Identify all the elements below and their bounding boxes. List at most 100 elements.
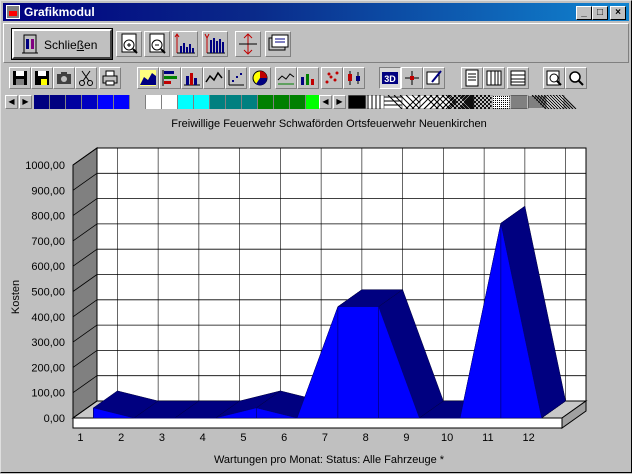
- x-tick-label: 12: [523, 432, 535, 444]
- save-icon: [13, 71, 27, 85]
- magnifier-button[interactable]: [565, 67, 587, 89]
- edit-tool-button[interactable]: [423, 67, 445, 89]
- pattern-right-arrow-icon[interactable]: ▶: [333, 95, 346, 109]
- rows-view-icon: [510, 70, 526, 86]
- document-icon: [465, 69, 479, 87]
- chart-title: Freiwillige Feuerwehr Schwaförden Ortsfe…: [171, 118, 486, 130]
- area-chart-button[interactable]: [137, 67, 159, 89]
- color-swatch[interactable]: [242, 95, 258, 109]
- color-swatch[interactable]: [50, 95, 66, 109]
- close-module-button[interactable]: Schließen: [11, 28, 113, 60]
- line-chart-button[interactable]: [203, 67, 225, 89]
- x-tick-label: 6: [281, 432, 287, 444]
- color-swatch[interactable]: [162, 95, 178, 109]
- x-tick-label: 3: [159, 432, 165, 444]
- y-tick-label: 300,00: [31, 337, 65, 349]
- camera-icon: [57, 72, 71, 84]
- color-swatch[interactable]: [226, 95, 242, 109]
- zoom-in-button[interactable]: [116, 31, 142, 57]
- zoom-search-button[interactable]: [543, 67, 565, 89]
- y-tick-label: 1000,00: [25, 160, 65, 172]
- pie-chart-icon: [252, 70, 268, 86]
- chart-panel: Freiwillige Feuerwehr Schwaförden Ortsfe…: [1, 111, 632, 474]
- document-button[interactable]: [461, 67, 483, 89]
- y-tick-label: 900,00: [31, 185, 65, 197]
- y-tick-label: 800,00: [31, 211, 65, 223]
- color-swatch[interactable]: [130, 95, 146, 109]
- pattern-swatch[interactable]: [365, 95, 385, 109]
- print-button[interactable]: [99, 67, 121, 89]
- export-button[interactable]: [265, 31, 291, 57]
- color-swatch[interactable]: [178, 95, 194, 109]
- line-area-icon: [277, 73, 295, 85]
- y-tick-label: 100,00: [31, 388, 65, 400]
- export-icon: [268, 34, 289, 51]
- y-tick-label: 200,00: [31, 362, 65, 374]
- pattern-left-arrow-icon[interactable]: ◀: [319, 95, 332, 109]
- x-tick-label: 4: [200, 432, 206, 444]
- cut-icon: [79, 70, 93, 86]
- app-icon[interactable]: [6, 5, 20, 19]
- column-chart-button[interactable]: [181, 67, 203, 89]
- bar-chart-labels-button[interactable]: [202, 31, 228, 57]
- horizontal-bar-button[interactable]: [159, 67, 181, 89]
- close-window-button[interactable]: ×: [610, 6, 626, 20]
- minimize-icon: _: [581, 7, 587, 18]
- chart-floor-front: [72, 417, 563, 429]
- color-swatch[interactable]: [66, 95, 82, 109]
- title-bar[interactable]: Grafikmodul _ □ ×: [3, 3, 629, 21]
- color-swatch[interactable]: [98, 95, 114, 109]
- x-tick-label: 5: [240, 432, 246, 444]
- scatter-chart-button[interactable]: [225, 67, 247, 89]
- palette-left-arrow-icon[interactable]: ◀: [5, 95, 18, 109]
- color-swatch[interactable]: [194, 95, 210, 109]
- color-swatch[interactable]: [210, 95, 226, 109]
- zoom-out-button[interactable]: [144, 31, 170, 57]
- 3d-icon: 3D: [382, 72, 398, 84]
- x-tick-label: 1: [77, 432, 83, 444]
- grid-tool-icon: [405, 71, 419, 85]
- minimize-button[interactable]: _: [576, 6, 592, 20]
- bar-chart-button[interactable]: [172, 31, 198, 57]
- main-toolbar: Schließen: [3, 23, 629, 63]
- column-chart-icon: [184, 73, 200, 86]
- horizontal-bar-icon: [162, 70, 177, 86]
- cut-button[interactable]: [75, 67, 97, 89]
- color-swatch[interactable]: [34, 95, 50, 109]
- color-swatch[interactable]: [82, 95, 98, 109]
- columns-view-button[interactable]: [483, 67, 505, 89]
- vertical-resize-button[interactable]: [235, 31, 261, 57]
- grid-tool-button[interactable]: [401, 67, 423, 89]
- color-swatch[interactable]: [290, 95, 306, 109]
- color-swatch[interactable]: [114, 95, 130, 109]
- pattern-swatch[interactable]: [491, 95, 511, 109]
- camera-button[interactable]: [53, 67, 75, 89]
- y-tick-label: 0,00: [44, 413, 65, 425]
- palette-right-arrow-icon[interactable]: ▶: [19, 95, 32, 109]
- pattern-swatch[interactable]: [348, 95, 367, 109]
- dots-chart-button[interactable]: [321, 67, 343, 89]
- rows-view-button[interactable]: [507, 67, 529, 89]
- maximize-icon: □: [596, 7, 604, 18]
- line-area-button[interactable]: [275, 67, 297, 89]
- bar-chart-icon: [174, 33, 195, 54]
- color-pattern-palette: ◀ ▶ ◀ ▶: [5, 95, 627, 109]
- save-button[interactable]: [9, 67, 31, 89]
- candlestick-button[interactable]: [343, 67, 365, 89]
- line-chart-icon: [205, 71, 223, 83]
- x-tick-label: 9: [403, 432, 409, 444]
- scatter-chart-icon: [228, 70, 244, 86]
- color-swatch[interactable]: [274, 95, 290, 109]
- close-icon: ×: [615, 7, 621, 18]
- window-title: Grafikmodul: [24, 5, 95, 19]
- maximize-button[interactable]: □: [592, 6, 608, 20]
- combo-chart-button[interactable]: [297, 67, 319, 89]
- edit-tool-icon: [426, 70, 442, 85]
- save-as-button[interactable]: [31, 67, 53, 89]
- color-swatch[interactable]: [258, 95, 274, 109]
- 3d-toggle-button[interactable]: 3D: [379, 67, 401, 89]
- color-swatch[interactable]: [146, 95, 162, 109]
- columns-view-icon: [486, 70, 502, 86]
- pie-chart-button[interactable]: [249, 67, 271, 89]
- pattern-swatch[interactable]: [509, 95, 529, 109]
